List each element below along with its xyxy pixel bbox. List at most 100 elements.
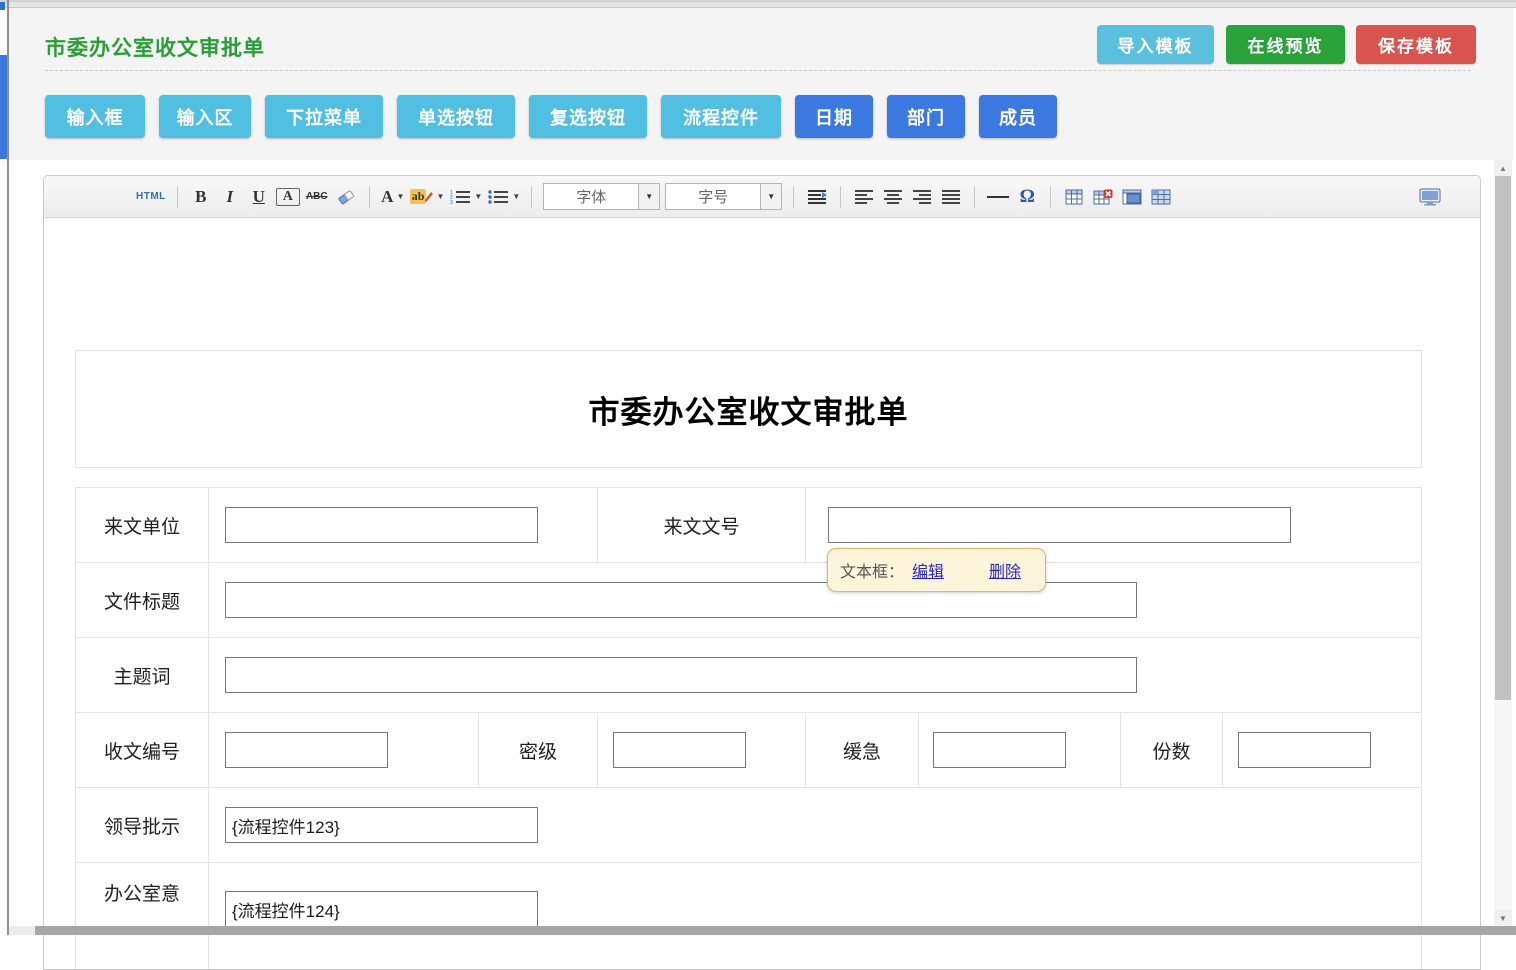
special-char-icon[interactable]: Ω (1015, 184, 1039, 210)
main-area: HTML B I U A ABC A▼ ab ▼ 123 ▼ (9, 160, 1513, 926)
chevron-down-icon[interactable]: ▼ (638, 184, 659, 209)
rich-text-editor: HTML B I U A ABC A▼ ab ▼ 123 ▼ (43, 175, 1481, 970)
strikethrough-icon[interactable]: ABC (305, 184, 329, 210)
table-row: 文件标题 (76, 563, 1421, 638)
italic-icon[interactable]: I (218, 184, 242, 210)
font-size-select[interactable]: 字号 ▼ (665, 183, 782, 210)
svg-text:3: 3 (450, 200, 453, 205)
toolbar-separator (177, 186, 178, 208)
delete-link[interactable]: 删除 (989, 558, 1021, 582)
label-doc-number: 来文文号 (598, 488, 806, 562)
tooltip-label: 文本框： (840, 558, 904, 582)
scroll-up-icon[interactable]: ▲ (1494, 160, 1512, 176)
pencil-icon (424, 191, 433, 203)
ordered-list-icon[interactable]: 123 ▼ (449, 184, 482, 210)
office-opinion-input[interactable] (225, 891, 538, 927)
widget-date-button[interactable]: 日期 (795, 95, 873, 138)
toolbar-separator (793, 186, 794, 208)
label-receipt-number: 收文编号 (76, 713, 209, 787)
security-level-input[interactable] (613, 732, 746, 768)
highlight-color-icon[interactable]: ab ▼ (410, 184, 445, 210)
save-template-button[interactable]: 保存模板 (1356, 25, 1476, 64)
widget-flow-control-button[interactable]: 流程控件 (661, 95, 781, 138)
page-title: 市委办公室收文审批单 (45, 32, 265, 62)
label-urgency: 缓急 (806, 713, 919, 787)
background-window-strip (0, 55, 7, 159)
font-color-icon[interactable]: A▼ (381, 184, 405, 210)
toolbar-separator (1050, 186, 1051, 208)
table-cell-props-icon[interactable] (1120, 184, 1144, 210)
underline-icon[interactable]: U (247, 184, 271, 210)
chevron-down-icon: ▼ (396, 192, 404, 201)
align-right-icon[interactable] (910, 184, 934, 210)
editor-toolbar: HTML B I U A ABC A▼ ab ▼ 123 ▼ (44, 176, 1480, 218)
form-title-box: 市委办公室收文审批单 (75, 350, 1422, 468)
table-row: 收文编号 密级 缓急 份数 (76, 713, 1421, 788)
source-code-icon[interactable]: HTML (136, 184, 166, 210)
label-copies: 份数 (1121, 713, 1223, 787)
table-row: 主题词 (76, 638, 1421, 713)
editor-canvas[interactable]: 市委办公室收文审批单 来文单位 来文文号 文件标题 主题词 (44, 218, 1480, 970)
widget-checkbox-button[interactable]: 复选按钮 (529, 95, 647, 138)
font-family-select[interactable]: 字体 ▼ (543, 183, 660, 210)
table-props-icon[interactable] (1149, 184, 1173, 210)
page-header: 市委办公室收文审批单 导入模板 在线预览 保存模板 输入框 输入区 下拉菜单 单… (9, 8, 1513, 160)
remove-format-icon[interactable] (334, 184, 358, 210)
align-center-icon[interactable] (881, 184, 905, 210)
textbox-context-tooltip: 文本框： 编辑 删除 (827, 548, 1046, 592)
leader-instructions-input[interactable] (225, 807, 538, 843)
widget-radio-button[interactable]: 单选按钮 (397, 95, 515, 138)
align-justify-icon[interactable] (939, 184, 963, 210)
edit-link[interactable]: 编辑 (912, 558, 944, 582)
label-source-unit: 来文单位 (76, 488, 209, 562)
chevron-down-icon: ▼ (474, 192, 482, 201)
header-divider (45, 70, 1471, 71)
horizontal-rule-icon[interactable] (986, 184, 1010, 210)
label-security-level: 密级 (479, 713, 598, 787)
chevron-down-icon[interactable]: ▼ (760, 184, 781, 209)
label-office-opinion: 办公室意 (76, 863, 209, 970)
source-unit-input[interactable] (225, 507, 538, 543)
online-preview-button[interactable]: 在线预览 (1226, 25, 1345, 64)
label-leader-instructions: 领导批示 (76, 788, 209, 862)
form-table: 来文单位 来文文号 文件标题 主题词 收文编号 密级 (75, 487, 1422, 970)
copies-input[interactable] (1238, 732, 1371, 768)
subject-words-input[interactable] (225, 657, 1137, 693)
vertical-scrollbar[interactable]: ▲ ▼ (1494, 160, 1512, 926)
fullscreen-icon[interactable] (1418, 184, 1442, 210)
scroll-down-icon[interactable]: ▼ (1494, 910, 1512, 926)
widget-input-box-button[interactable]: 输入框 (45, 95, 145, 138)
form-title: 市委办公室收文审批单 (589, 387, 909, 432)
import-template-button[interactable]: 导入模板 (1097, 25, 1214, 64)
window-top-edge (0, 0, 1516, 8)
urgency-input[interactable] (933, 732, 1066, 768)
window-bottom-edge (35, 926, 1516, 935)
window-bottom-edge (9, 926, 35, 935)
widget-input-area-button[interactable]: 输入区 (159, 95, 251, 138)
table-row: 来文单位 来文文号 (76, 488, 1421, 563)
indent-icon[interactable] (805, 184, 829, 210)
widget-toolbar: 输入框 输入区 下拉菜单 单选按钮 复选按钮 流程控件 日期 部门 成员 (45, 95, 1057, 138)
receipt-number-input[interactable] (225, 732, 388, 768)
scrollbar-thumb[interactable] (1495, 176, 1511, 700)
toolbar-separator (974, 186, 975, 208)
widget-department-button[interactable]: 部门 (887, 95, 965, 138)
window-corner-chip (0, 2, 5, 10)
toolbar-separator (531, 186, 532, 208)
align-left-icon[interactable] (852, 184, 876, 210)
chevron-down-icon: ▼ (512, 192, 520, 201)
widget-member-button[interactable]: 成员 (979, 95, 1057, 138)
bullet-list-icon[interactable]: ▼ (487, 184, 520, 210)
insert-table-icon[interactable] (1062, 184, 1086, 210)
table-row: 办公室意 (76, 863, 1421, 970)
label-doc-title: 文件标题 (76, 563, 209, 637)
bold-icon[interactable]: B (189, 184, 213, 210)
chevron-down-icon: ▼ (436, 192, 444, 201)
label-subject-words: 主题词 (76, 638, 209, 712)
toolbar-separator (840, 186, 841, 208)
toolbar-separator (369, 186, 370, 208)
widget-dropdown-button[interactable]: 下拉菜单 (265, 95, 383, 138)
delete-table-icon[interactable] (1091, 184, 1115, 210)
format-block-icon[interactable]: A (276, 188, 300, 206)
doc-number-input[interactable] (828, 507, 1291, 543)
